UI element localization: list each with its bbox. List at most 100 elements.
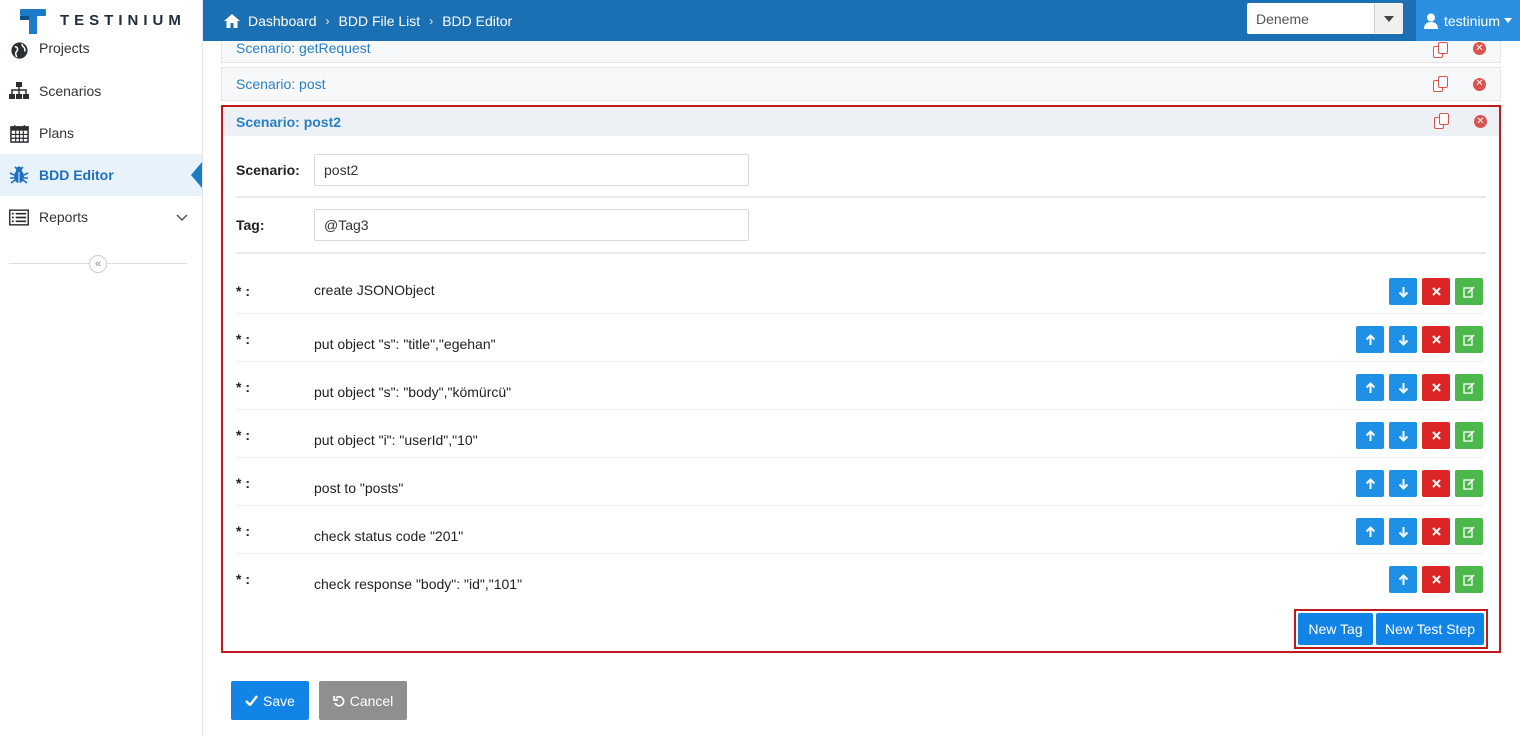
sidebar-item-scenarios[interactable]: Scenarios <box>0 70 202 112</box>
test-step-row: * : put object "s": "body","kömürcü" <box>236 362 1483 410</box>
edit-step-button[interactable] <box>1455 374 1483 401</box>
sitemap-icon <box>9 81 29 101</box>
edit-step-button[interactable] <box>1455 326 1483 353</box>
top-bar: Dashboard › BDD File List › BDD Editor D… <box>203 0 1520 41</box>
chevron-down-icon <box>176 209 188 225</box>
brand-logo[interactable]: TESTINIUM <box>0 0 202 41</box>
scenario-actions: ✕ <box>1433 107 1487 136</box>
undo-icon <box>332 695 345 707</box>
sidebar-item-reports[interactable]: Reports <box>0 196 202 238</box>
delete-step-button[interactable] <box>1422 518 1450 545</box>
new-tag-button[interactable]: New Tag <box>1298 613 1373 645</box>
scenario-actions: ✕ <box>1432 68 1486 100</box>
collapse-sidebar-icon[interactable]: « <box>89 255 107 273</box>
sidebar-item-label: Projects <box>39 40 90 56</box>
delete-step-button[interactable] <box>1422 566 1450 593</box>
caret-down-icon[interactable] <box>1374 4 1403 33</box>
sidebar-item-plans[interactable]: Plans <box>0 112 202 154</box>
close-icon[interactable]: ✕ <box>1473 77 1486 91</box>
test-step-row: * : put object "i": "userId","10" <box>236 410 1483 458</box>
edit-step-button[interactable] <box>1455 518 1483 545</box>
chevron-right-icon: › <box>325 13 330 28</box>
scenario-name-input[interactable]: post2 <box>314 154 749 186</box>
divider <box>236 196 1486 198</box>
new-test-step-button[interactable]: New Test Step <box>1376 613 1484 645</box>
sidebar-divider: « <box>9 255 187 273</box>
step-text: check response "body": "id","101" <box>314 576 523 592</box>
delete-step-button[interactable] <box>1422 278 1450 305</box>
caret-down-icon <box>1504 18 1513 23</box>
globe-icon <box>9 40 29 60</box>
test-step-row: * : check status code "201" <box>236 506 1483 554</box>
scenario-title[interactable]: Scenario: post <box>236 76 326 92</box>
move-up-button[interactable] <box>1356 518 1384 545</box>
sidebar-item-label: Plans <box>39 125 75 141</box>
calendar-icon <box>9 123 29 143</box>
step-actions <box>1356 374 1483 401</box>
move-down-button[interactable] <box>1389 470 1417 497</box>
delete-step-button[interactable] <box>1422 374 1450 401</box>
step-marker: * : <box>236 283 250 299</box>
sidebar-nav: Projects Scenarios Plans BDD Editor Repo… <box>0 40 202 238</box>
move-up-button[interactable] <box>1389 566 1417 593</box>
move-down-button[interactable] <box>1389 422 1417 449</box>
step-marker: * : <box>236 571 250 587</box>
close-icon[interactable]: ✕ <box>1473 42 1486 55</box>
scenario-title: Scenario: post2 <box>236 113 342 130</box>
form-actions: Save Cancel <box>231 681 407 720</box>
bug-icon <box>9 165 29 185</box>
copy-icon[interactable] <box>1433 113 1450 130</box>
delete-step-button[interactable] <box>1422 326 1450 353</box>
test-step-row: * : create JSONObject <box>236 266 1483 314</box>
divider <box>236 252 1486 254</box>
sidebar: TESTINIUM Projects Scenarios Plans BDD E… <box>0 0 203 736</box>
step-text: put object "s": "title","egehan" <box>314 336 496 352</box>
close-icon[interactable]: ✕ <box>1474 115 1487 128</box>
test-step-row: * : put object "s": "title","egehan" <box>236 314 1483 362</box>
home-icon[interactable] <box>223 13 241 29</box>
step-text: post to "posts" <box>314 480 404 496</box>
copy-icon[interactable] <box>1432 75 1449 93</box>
move-up-button[interactable] <box>1356 470 1384 497</box>
edit-step-button[interactable] <box>1455 470 1483 497</box>
move-down-button[interactable] <box>1389 326 1417 353</box>
move-down-button[interactable] <box>1389 518 1417 545</box>
step-marker: * : <box>236 523 250 539</box>
step-actions <box>1356 470 1483 497</box>
move-down-button[interactable] <box>1389 374 1417 401</box>
sidebar-item-projects[interactable]: Projects <box>0 40 202 60</box>
step-marker: * : <box>236 379 250 395</box>
delete-step-button[interactable] <box>1422 470 1450 497</box>
copy-icon[interactable] <box>1432 42 1449 59</box>
list-icon <box>9 207 29 227</box>
cancel-button[interactable]: Cancel <box>319 681 407 720</box>
project-select[interactable]: Deneme <box>1247 3 1403 34</box>
step-actions <box>1389 566 1483 593</box>
scenario-actions: ✕ <box>1432 41 1486 62</box>
move-up-button[interactable] <box>1356 422 1384 449</box>
move-down-button[interactable] <box>1389 278 1417 305</box>
check-icon <box>245 695 258 706</box>
edit-step-button[interactable] <box>1455 278 1483 305</box>
step-text: create JSONObject <box>314 282 435 298</box>
scenario-panel-header[interactable]: Scenario: post2 ✕ <box>223 107 1499 136</box>
sidebar-item-label: Scenarios <box>39 83 102 99</box>
scenario-title[interactable]: Scenario: getRequest <box>236 40 371 56</box>
breadcrumb-dashboard[interactable]: Dashboard <box>248 13 317 29</box>
tag-label: Tag: <box>236 217 265 233</box>
edit-step-button[interactable] <box>1455 566 1483 593</box>
bdd-editor-content: Scenario: getRequest ✕ Scenario: post ✕ … <box>221 40 1501 653</box>
save-button[interactable]: Save <box>231 681 309 720</box>
user-menu[interactable]: testinium <box>1416 0 1520 41</box>
sidebar-item-bdd-editor[interactable]: BDD Editor <box>0 154 202 196</box>
delete-step-button[interactable] <box>1422 422 1450 449</box>
edit-step-button[interactable] <box>1455 422 1483 449</box>
breadcrumb-bdd-file-list[interactable]: BDD File List <box>339 13 421 29</box>
testinium-logo-icon <box>20 7 46 35</box>
move-up-button[interactable] <box>1356 374 1384 401</box>
tag-input[interactable]: @Tag3 <box>314 209 749 241</box>
move-up-button[interactable] <box>1356 326 1384 353</box>
step-actions <box>1356 326 1483 353</box>
tag-row: Tag: @Tag3 <box>236 209 749 241</box>
step-text: check status code "201" <box>314 528 464 544</box>
